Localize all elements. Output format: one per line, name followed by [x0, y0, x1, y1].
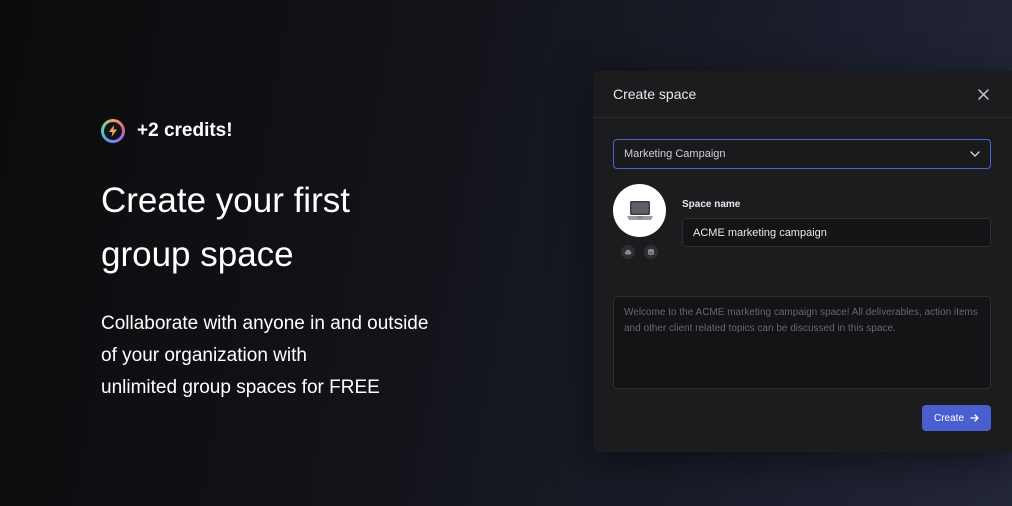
promo-line-2: of your organization with	[101, 345, 307, 366]
laptop-icon	[626, 200, 653, 220]
bolt-ring-icon	[101, 119, 125, 143]
promo-description: Collaborate with anyone in and outside o…	[101, 308, 521, 404]
emoji-icon[interactable]	[644, 245, 658, 259]
template-select[interactable]: Marketing Campaign	[613, 139, 991, 169]
credits-row: +2 credits!	[101, 118, 521, 144]
create-button-label: Create	[933, 412, 964, 424]
create-space-dialog: Create space Marketing Campaign Space na…	[593, 71, 1012, 452]
promo-section: +2 credits! Create your first group spac…	[101, 118, 521, 404]
chevron-down-icon	[970, 151, 980, 157]
promo-line-3: unlimited group spaces for FREE	[101, 377, 380, 398]
space-name-input[interactable]	[682, 218, 991, 247]
dialog-header: Create space	[593, 71, 1012, 118]
space-description-input[interactable]	[613, 296, 991, 389]
cloud-upload-icon[interactable]	[621, 245, 635, 259]
space-name-label: Space name	[682, 199, 741, 210]
space-avatar[interactable]	[613, 184, 666, 237]
promo-line-1: Collaborate with anyone in and outside	[101, 313, 429, 334]
credits-text: +2 credits!	[137, 120, 233, 141]
template-select-value: Marketing Campaign	[624, 148, 726, 160]
create-button[interactable]: Create	[922, 405, 991, 431]
dialog-title: Create space	[613, 86, 697, 102]
page-title: Create your first group space	[101, 181, 350, 274]
arrow-right-icon	[970, 414, 979, 422]
close-icon[interactable]	[974, 85, 992, 103]
